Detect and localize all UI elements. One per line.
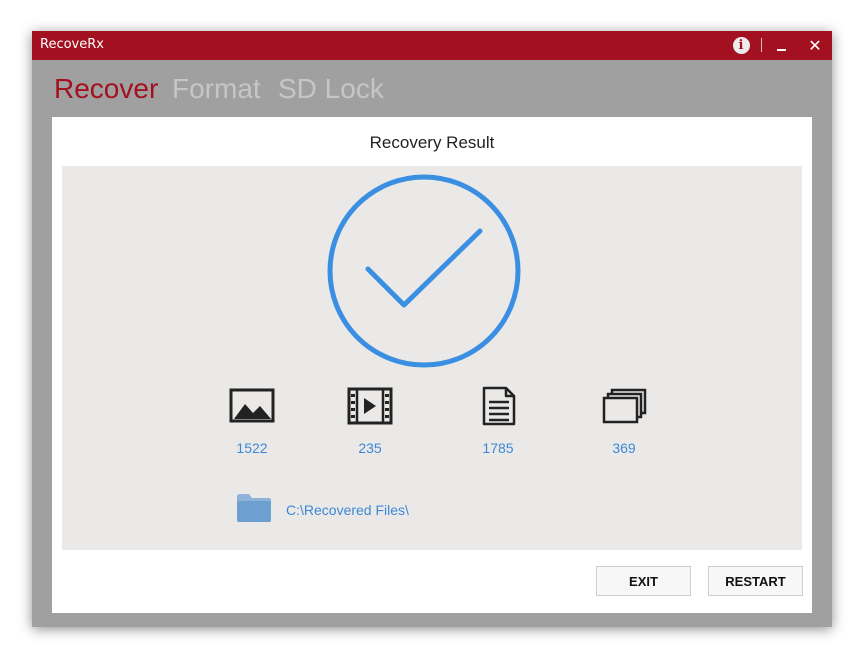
close-button[interactable]: ✕ (804, 31, 826, 60)
recovered-path-link[interactable]: C:\Recovered Files\ (286, 502, 409, 518)
info-icon: i (732, 37, 750, 54)
restart-button[interactable]: RESTART (708, 566, 803, 596)
other-files-icon (602, 388, 647, 424)
document-icon (482, 386, 516, 426)
stat-other-files: 369 (584, 386, 664, 456)
stat-count-documents: 1785 (482, 440, 514, 456)
close-icon: ✕ (808, 36, 822, 55)
result-panel: Recovery Result 1522 235 1785 369 C:\Rec… (52, 117, 812, 613)
result-content: 1522 235 1785 369 C:\Recovered Files\ (62, 166, 802, 550)
app-window: RecoveRx i ✕ Recover Format SD Lock Reco… (32, 31, 832, 627)
titlebar-separator (761, 38, 762, 52)
title-bar[interactable]: RecoveRx i ✕ (32, 31, 832, 60)
exit-button[interactable]: EXIT (596, 566, 691, 596)
success-check-icon (327, 174, 521, 368)
stat-count-images: 1522 (236, 440, 268, 456)
folder-icon[interactable] (236, 491, 272, 523)
window-title: RecoveRx (40, 37, 104, 52)
info-button[interactable]: i (730, 31, 752, 60)
stat-videos: 235 (330, 386, 410, 456)
tab-format[interactable]: Format (172, 73, 261, 105)
stat-documents: 1785 (458, 386, 538, 456)
panel-title: Recovery Result (369, 133, 495, 152)
minimize-icon (776, 48, 786, 51)
stat-images: 1522 (212, 386, 292, 456)
image-icon (229, 388, 275, 423)
stat-count-videos: 235 (358, 440, 382, 456)
stat-count-other: 369 (612, 440, 636, 456)
video-icon (347, 387, 393, 425)
tab-sd-lock[interactable]: SD Lock (278, 73, 384, 105)
tab-recover[interactable]: Recover (54, 73, 158, 105)
minimize-button[interactable] (770, 31, 792, 60)
